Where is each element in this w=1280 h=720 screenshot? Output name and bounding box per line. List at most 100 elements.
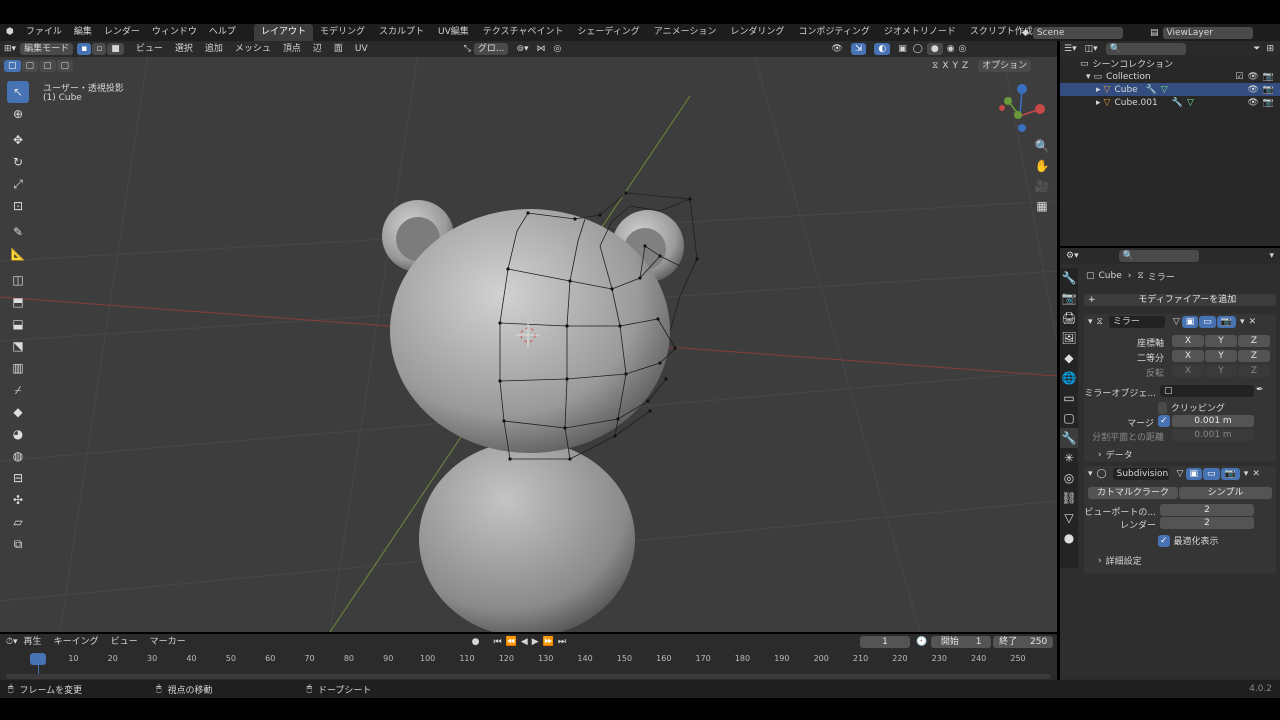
frame-ruler[interactable]: 1102030405060708090100110120130140150160… (0, 654, 1057, 666)
knife-tool-icon[interactable]: ⌿ (7, 379, 29, 401)
timeline-menu-playback[interactable]: 再生 (18, 634, 48, 651)
flip-z-toggle[interactable]: Z (1238, 365, 1270, 377)
mirror-y-toggle[interactable]: Y (953, 61, 959, 71)
expand-icon[interactable]: › (1098, 556, 1102, 566)
properties-editor-icon[interactable]: ⚙▾ (1066, 251, 1079, 261)
scene-tab-icon[interactable]: ◆ (1060, 348, 1078, 368)
poly-build-tool-icon[interactable]: ◆ (7, 401, 29, 423)
vertex-select-icon[interactable]: ▪ (77, 43, 92, 55)
physics-tab-icon[interactable]: ◎ (1060, 468, 1078, 488)
transform-tool-icon[interactable]: ⊡ (7, 195, 29, 217)
proportional-edit-icon[interactable]: ◎ (554, 44, 562, 54)
tab-uv[interactable]: UV編集 (431, 24, 476, 41)
collection-tab-icon[interactable]: ▭ (1060, 388, 1078, 408)
record-icon[interactable]: ● (472, 637, 480, 647)
scale-tool-icon[interactable]: ⤢ (7, 173, 29, 195)
world-tab-icon[interactable]: 🌐 (1060, 368, 1078, 388)
collapse-icon[interactable]: ▾ (1088, 469, 1093, 479)
checkbox-checked-icon[interactable]: ✓ (1158, 534, 1170, 547)
gizmo-icon[interactable]: ⇲ (850, 43, 867, 55)
options-dropdown[interactable]: オプション (978, 60, 1032, 72)
select-tool-icon[interactable]: ↖ (7, 81, 29, 103)
vp-menu-face[interactable]: 面 (328, 41, 349, 58)
shading-render-icon[interactable]: ◎ (959, 44, 967, 54)
edge-select-icon[interactable]: ▫ (92, 43, 107, 55)
catmull-clark-tab[interactable]: カトマルクラーク (1088, 487, 1178, 499)
mode-selector[interactable]: 編集モード (20, 43, 74, 55)
edge-slide-tool-icon[interactable]: ⊟ (7, 467, 29, 489)
flip-y-toggle[interactable]: Y (1205, 365, 1237, 377)
shrink-fatten-tool-icon[interactable]: ✣ (7, 489, 29, 511)
loop-cut-tool-icon[interactable]: ▥ (7, 357, 29, 379)
shading-material-icon[interactable]: ◉ (947, 44, 955, 54)
eye-icon[interactable]: 👁 (1247, 72, 1258, 82)
annotate-tool-icon[interactable]: ✎ (7, 221, 29, 243)
mirror-name-field[interactable]: ミラー (1108, 315, 1165, 328)
filter-icon[interactable]: ⏷ (1253, 44, 1260, 54)
add-modifier-button[interactable]: + モディファイアーを追加 (1084, 294, 1276, 306)
playhead[interactable] (30, 653, 46, 665)
jump-start-icon[interactable]: ⏮ (493, 637, 501, 647)
dropdown-icon[interactable]: ▾ (1244, 469, 1249, 479)
tab-compositing[interactable]: コンポジティング (791, 24, 876, 41)
dropdown-icon[interactable]: ▾ (1240, 317, 1245, 327)
outliner-item-cube-001[interactable]: ▸ ▽ Cube.001 🔧 ▽ 👁 📷 (1060, 96, 1280, 109)
camera-view-icon[interactable]: 🎥 (1032, 176, 1052, 196)
inset-tool-icon[interactable]: ⬓ (7, 313, 29, 335)
eyedropper-icon[interactable]: ✒ (1256, 385, 1264, 395)
vp-menu-mesh[interactable]: メッシュ (229, 41, 277, 58)
scene-name[interactable]: Scene (1032, 26, 1123, 39)
properties-options-icon[interactable]: ▾ (1269, 251, 1274, 261)
pivot-icon[interactable]: ⊚▾ (516, 44, 528, 54)
render-tab-icon[interactable]: 📷 (1060, 288, 1078, 308)
axis-x-toggle[interactable]: X (1172, 335, 1204, 347)
face-select-icon[interactable]: ■ (107, 43, 124, 55)
axis-y-toggle[interactable]: Y (1205, 335, 1237, 347)
expand-icon[interactable]: ▸ (1096, 85, 1101, 95)
tool-tab-icon[interactable]: 🔧 (1060, 268, 1078, 288)
constraints-tab-icon[interactable]: ⛓ (1060, 488, 1078, 508)
select-box-icon[interactable]: ▢ (4, 60, 21, 72)
cursor-tool-icon[interactable]: ⊕ (7, 103, 29, 125)
frame-end-field[interactable]: 終了 250 (993, 636, 1054, 648)
smooth-tool-icon[interactable]: ◍ (7, 445, 29, 467)
vp-menu-add[interactable]: 追加 (199, 41, 229, 58)
rotate-tool-icon[interactable]: ↻ (7, 151, 29, 173)
outliner-search-input[interactable]: 🔍 (1105, 43, 1186, 55)
xray-icon[interactable]: ▣ (898, 44, 907, 54)
object-tab-icon[interactable]: ▢ (1060, 408, 1078, 428)
add-cube-tool-icon[interactable]: ◫ (7, 269, 29, 291)
edit-mode-icon[interactable]: ▣ (1181, 315, 1199, 328)
data-subpanel-header[interactable]: › データ (1098, 448, 1133, 462)
viewport-display-icon[interactable]: ▭ (1199, 315, 1216, 328)
overlay-icon[interactable]: ◐ (874, 43, 891, 55)
levels-viewport-field[interactable]: 2 (1160, 504, 1254, 516)
vp-menu-view[interactable]: ビュー (130, 41, 169, 58)
tab-texture-paint[interactable]: テクスチャペイント (476, 24, 571, 41)
outliner-root[interactable]: ▭ シーンコレクション (1060, 57, 1280, 71)
collapse-icon[interactable]: ▾ (1088, 317, 1093, 327)
viewlayer-name[interactable]: ViewLayer (1162, 26, 1253, 39)
prev-keyframe-icon[interactable]: ⏪ (506, 637, 517, 647)
viewport-display-icon[interactable]: ▭ (1203, 467, 1220, 480)
select-extend-icon[interactable]: ▢ (21, 60, 39, 72)
vp-menu-uv[interactable]: UV (349, 41, 374, 58)
display-mode-icon[interactable]: ◫▾ (1085, 44, 1098, 54)
spin-tool-icon[interactable]: ◕ (7, 423, 29, 445)
select-intersect-icon[interactable]: ▢ (56, 60, 74, 72)
view-layer-tab-icon[interactable]: 🖼 (1060, 328, 1078, 348)
menu-help[interactable]: ヘルプ (203, 24, 242, 41)
output-tab-icon[interactable]: 🖨 (1060, 308, 1078, 328)
expand-icon[interactable]: ▸ (1096, 98, 1101, 108)
menu-render[interactable]: レンダー (98, 24, 146, 41)
particles-tab-icon[interactable]: ✳ (1060, 448, 1078, 468)
render-display-icon[interactable]: 📷 (1216, 315, 1237, 328)
tab-sculpt[interactable]: スカルプト (372, 24, 431, 41)
remove-modifier-icon[interactable]: ✕ (1249, 317, 1257, 327)
clock-icon[interactable]: 🕘 (916, 637, 927, 647)
vp-menu-vertex[interactable]: 頂点 (277, 41, 307, 58)
bevel-tool-icon[interactable]: ⬔ (7, 335, 29, 357)
simple-tab[interactable]: シンプル (1179, 487, 1272, 499)
timeline-menu-view[interactable]: ビュー (105, 634, 144, 651)
render-levels-field[interactable]: 2 (1160, 517, 1254, 529)
